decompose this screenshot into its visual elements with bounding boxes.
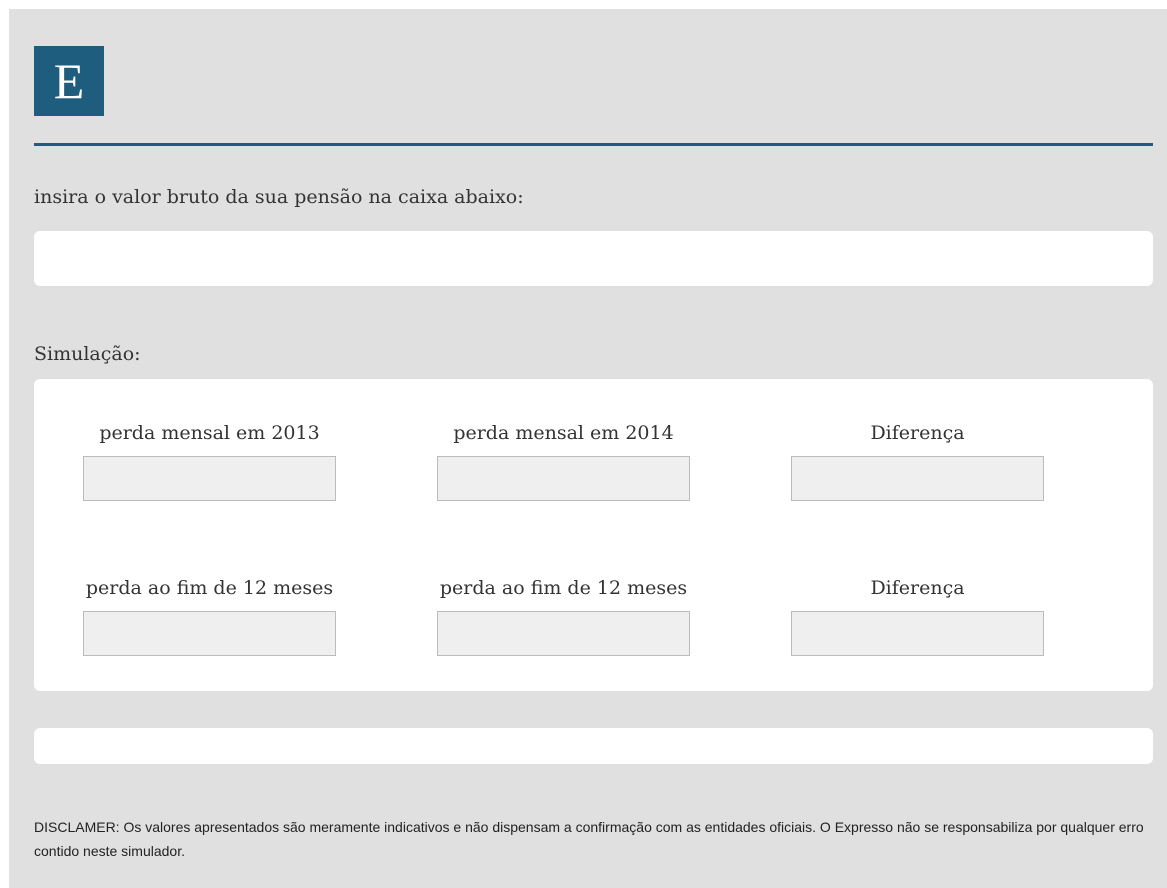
- annual-loss-2014-cell: perda ao fim de 12 meses: [437, 573, 690, 656]
- annual-difference-label: Diferença: [870, 577, 965, 599]
- pension-prompt: insira o valor bruto da sua pensão na ca…: [34, 186, 524, 208]
- simulation-label: Simulação:: [34, 343, 141, 365]
- annual-difference-field: [791, 611, 1044, 656]
- header-divider: [34, 143, 1153, 146]
- expresso-logo: E: [34, 46, 104, 116]
- monthly-loss-2013-cell: perda mensal em 2013: [83, 418, 336, 501]
- monthly-loss-2014-label: perda mensal em 2014: [453, 422, 674, 444]
- monthly-loss-2014-cell: perda mensal em 2014: [437, 418, 690, 501]
- annual-difference-cell: Diferença: [791, 573, 1044, 656]
- disclaimer-text: DISCLAMER: Os valores apresentados são m…: [34, 819, 1144, 859]
- monthly-loss-2014-field: [437, 456, 690, 501]
- monthly-difference-cell: Diferença: [791, 418, 1044, 501]
- annual-loss-2014-field: [437, 611, 690, 656]
- result-bar: [34, 728, 1153, 764]
- monthly-loss-2013-label: perda mensal em 2013: [99, 422, 320, 444]
- annual-loss-2013-cell: perda ao fim de 12 meses: [83, 573, 336, 656]
- annual-loss-2013-field: [83, 611, 336, 656]
- annual-loss-2013-label: perda ao fim de 12 meses: [85, 577, 334, 599]
- monthly-difference-field: [791, 456, 1044, 501]
- simulation-card: perda mensal em 2013 perda mensal em 201…: [34, 379, 1153, 691]
- pension-value-input[interactable]: [34, 231, 1153, 286]
- monthly-difference-label: Diferença: [870, 422, 965, 444]
- annual-loss-2014-label: perda ao fim de 12 meses: [439, 577, 688, 599]
- monthly-loss-2013-field: [83, 456, 336, 501]
